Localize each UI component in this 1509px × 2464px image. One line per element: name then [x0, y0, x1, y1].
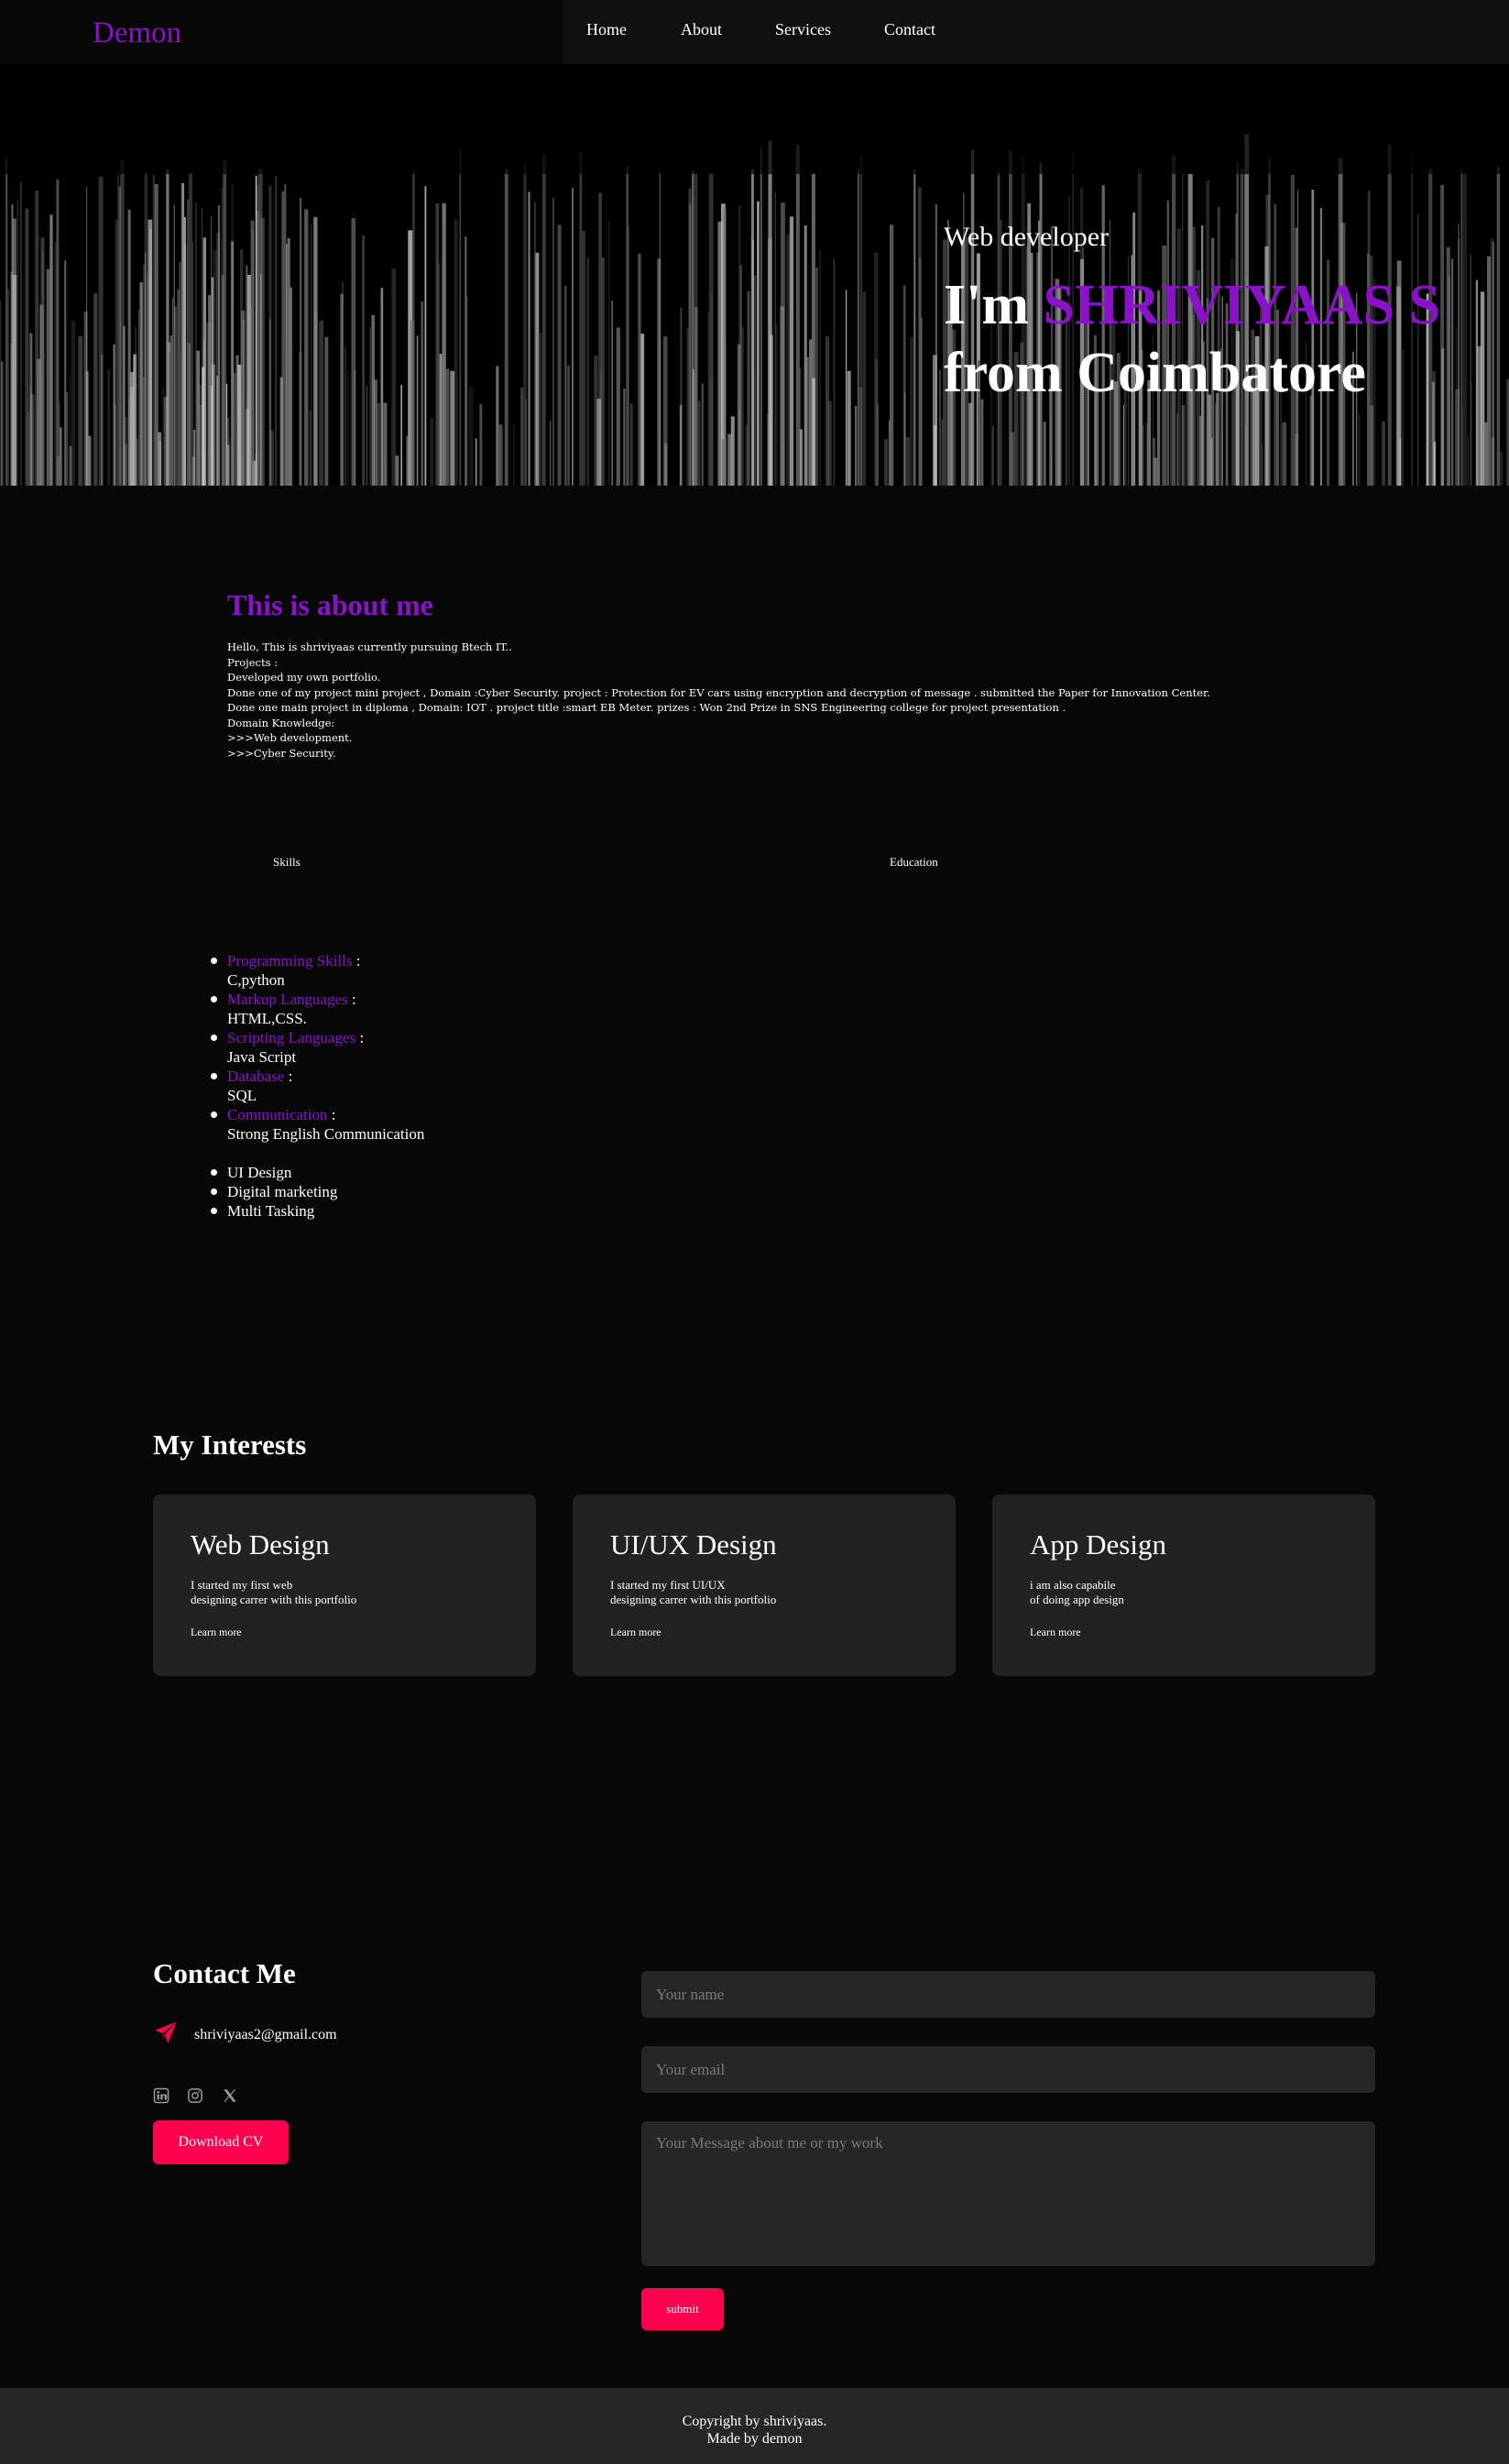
- learn-more-link[interactable]: Learn more: [1030, 1626, 1081, 1639]
- card-title: UI/UX Design: [610, 1528, 777, 1561]
- nav-bar: Home About Services Contact: [563, 0, 1509, 64]
- about-line: Developed my own portfolio.: [227, 671, 381, 684]
- skill-category: Scripting Languages: [227, 1029, 356, 1046]
- skill-value: Strong English Communication: [227, 1125, 425, 1143]
- about-line: >>>Cyber Security.: [227, 746, 336, 760]
- skill-item: Scripting Languages : Java Script: [209, 1028, 424, 1067]
- interest-card-web-design: Web Design I started my first web design…: [153, 1495, 536, 1676]
- about-text: Hello, This is shriviyaas currently purs…: [227, 640, 1372, 761]
- hero-title-prefix: I'm: [944, 274, 1029, 336]
- interests-title: My Interests: [153, 1429, 307, 1461]
- skill-item: Communication : Strong English Communicat…: [209, 1105, 424, 1144]
- about-line: Domain Knowledge:: [227, 716, 335, 729]
- extra-skill-item: UI Design: [209, 1163, 424, 1182]
- card-text: I started my first web designing carrer …: [191, 1578, 357, 1606]
- instagram-icon[interactable]: [187, 2087, 203, 2104]
- extra-skill-item: Multi Tasking: [209, 1201, 424, 1221]
- logo[interactable]: Demon: [93, 16, 181, 50]
- skill-item: Markup Languages : HTML,CSS.: [209, 990, 424, 1028]
- nav-about-link[interactable]: About: [681, 20, 722, 39]
- extra-skill-item: Digital marketing: [209, 1182, 424, 1201]
- paper-plane-icon: [155, 2021, 177, 2043]
- skills-list: Programming Skills : C,python Markup Lang…: [209, 951, 424, 1221]
- card-text: i am also capabile of doing app design: [1030, 1578, 1124, 1606]
- copyright-text: Copyright by shriviyaas.: [682, 2414, 827, 2429]
- about-line: >>>Web development.: [227, 731, 353, 744]
- tab-skills[interactable]: Skills: [273, 855, 301, 870]
- skill-category: Markup Languages: [227, 991, 348, 1008]
- message-textarea[interactable]: [641, 2121, 1375, 2266]
- nav-services-link[interactable]: Services: [775, 20, 831, 39]
- interest-card-app-design: App Design i am also capabile of doing a…: [992, 1495, 1375, 1676]
- skill-category: Communication: [227, 1106, 328, 1123]
- interest-card-uiux-design: UI/UX Design I started my first UI/UX de…: [573, 1495, 956, 1676]
- made-by-text: Made by demon: [706, 2431, 803, 2447]
- hero-subtitle: Web developer: [944, 222, 1109, 252]
- email-input[interactable]: [641, 2046, 1375, 2093]
- linkedin-icon[interactable]: [153, 2087, 169, 2104]
- skill-value: Java Script: [227, 1048, 297, 1066]
- card-title: App Design: [1030, 1528, 1166, 1561]
- hero-name: SHRIVIYAAS S: [1043, 274, 1441, 336]
- about-line: Done one of my project mini project , Do…: [227, 685, 1210, 699]
- card-title: Web Design: [191, 1528, 330, 1561]
- learn-more-link[interactable]: Learn more: [610, 1626, 662, 1639]
- about-line: Hello, This is shriviyaas currently purs…: [227, 641, 512, 653]
- skill-category: Database: [227, 1068, 285, 1085]
- contact-email[interactable]: shriviyaas2@gmail.com: [194, 2027, 337, 2043]
- about-line: Projects :: [227, 655, 279, 669]
- learn-more-link[interactable]: Learn more: [191, 1626, 242, 1639]
- about-title: This is about me: [227, 588, 433, 621]
- skill-item: Programming Skills : C,python: [209, 951, 424, 990]
- site-header: Demon Home About Services Contact: [0, 0, 1509, 64]
- hero-title: I'm SHRIVIYAAS S from Coimbatore: [944, 271, 1440, 407]
- site-footer: Copyright by shriviyaas. Made by demon: [0, 2388, 1509, 2464]
- contact-title: Contact Me: [153, 1957, 296, 1989]
- nav-home-link[interactable]: Home: [586, 20, 627, 39]
- x-icon[interactable]: [222, 2087, 238, 2104]
- skill-value: HTML,CSS.: [227, 1010, 307, 1027]
- download-cv-button[interactable]: Download CV: [153, 2120, 289, 2164]
- skill-value: SQL: [227, 1087, 257, 1104]
- card-text: I started my first UI/UX designing carre…: [610, 1578, 777, 1606]
- skill-value: C,python: [227, 971, 285, 989]
- nav-contact-link[interactable]: Contact: [884, 20, 935, 39]
- about-line: Done one main project in diploma , Domai…: [227, 701, 1066, 714]
- skill-category: Programming Skills: [227, 952, 353, 969]
- hero-title-suffix: from Coimbatore: [944, 342, 1366, 404]
- name-input[interactable]: [641, 1971, 1375, 2018]
- submit-button[interactable]: submit: [641, 2288, 724, 2330]
- skill-item: Database : SQL: [209, 1067, 424, 1105]
- tab-education[interactable]: Education: [890, 855, 938, 870]
